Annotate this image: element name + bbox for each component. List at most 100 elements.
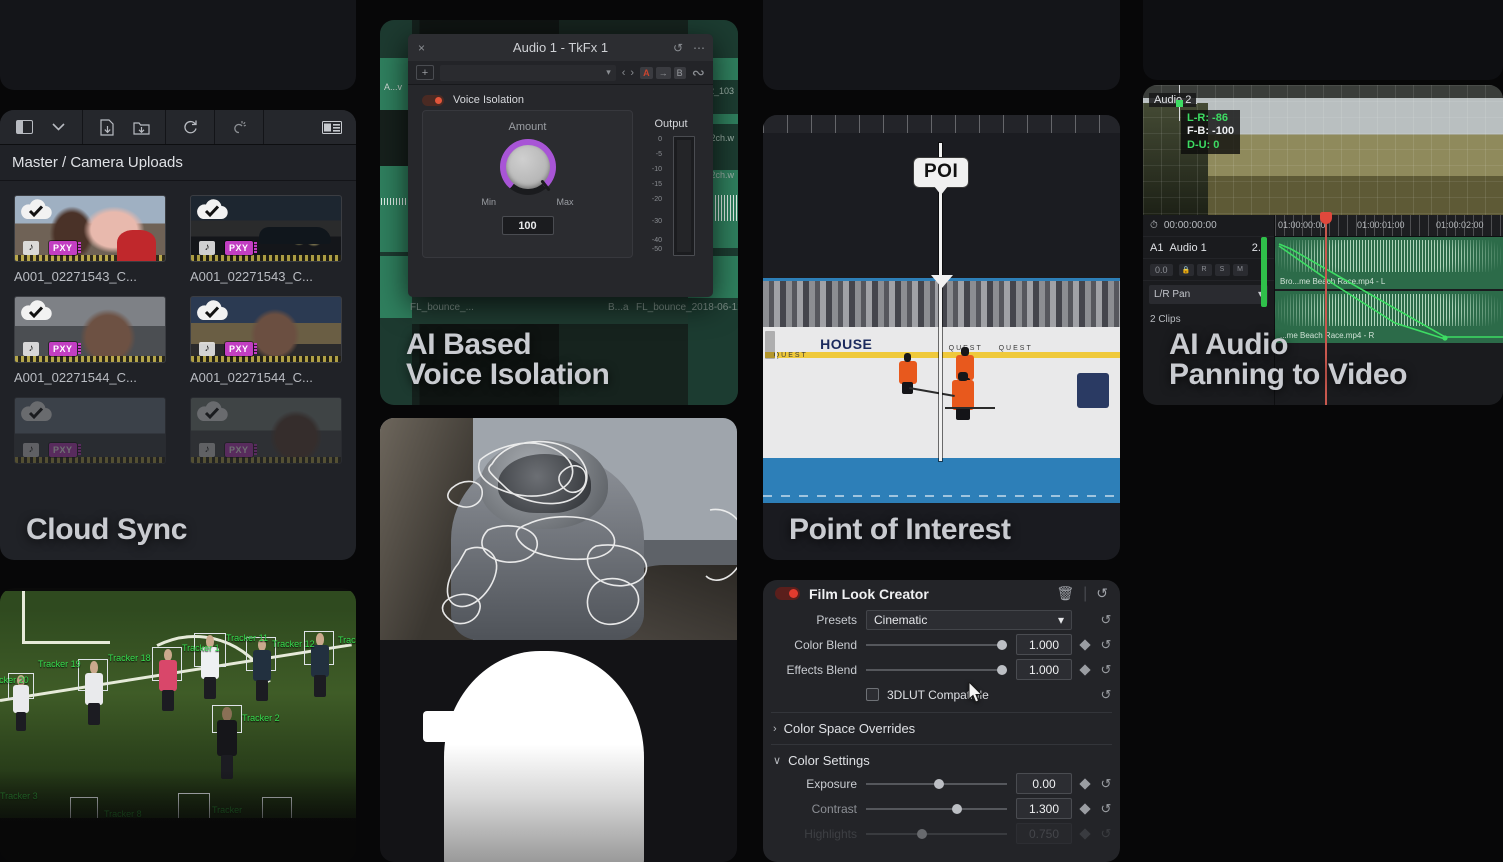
preset-select[interactable]: ▾ — [440, 64, 616, 81]
effect-toggle[interactable] — [422, 94, 444, 106]
pan-mode-select[interactable]: L/R Pan ▾ — [1149, 285, 1268, 304]
audio-waveform-band[interactable] — [763, 461, 1120, 503]
tracker-box[interactable] — [70, 797, 98, 818]
effects-blend-value[interactable]: 1.000 — [1016, 659, 1072, 680]
folder-download-icon[interactable] — [124, 114, 158, 140]
sync-refresh-icon[interactable] — [173, 114, 207, 140]
exposure-slider[interactable] — [866, 774, 1007, 794]
mute-button[interactable]: M — [1232, 263, 1248, 276]
meter-scale: 0 -5 -10 -15 -20 -30 -40 -50 — [651, 136, 662, 253]
sidebar-toggle-icon[interactable] — [7, 114, 41, 140]
solo-button[interactable]: S — [1214, 263, 1230, 276]
magic-mask-card — [380, 418, 737, 862]
filmstrip-icon — [191, 255, 341, 261]
keyframe-icon[interactable] — [1079, 802, 1091, 815]
timeline-ruler[interactable] — [763, 115, 1120, 133]
ai-audio-panning-card: Audio 2 L-R: -86 F-B: -100 D-U: 0 ⏱ 00:0… — [1143, 85, 1503, 405]
media-item[interactable]: ♪ PXY A001_02271544_C... — [14, 296, 166, 385]
reset-all-icon[interactable]: ↺ — [1096, 585, 1108, 602]
media-thumbnail[interactable]: ♪ PXY — [190, 296, 342, 363]
reset-icon[interactable]: ↺ — [1098, 687, 1114, 703]
top-stub-card-middle — [763, 0, 1120, 90]
point-of-interest-card: HOUSE QUEST QUEST QUEST POI Point of Int… — [763, 115, 1120, 560]
track-name[interactable]: Audio 1 — [1169, 242, 1206, 254]
compare-b-button[interactable]: B — [673, 66, 686, 79]
audio-badge-icon: ♪ — [23, 443, 39, 457]
reset-icon[interactable]: ↺ — [1098, 637, 1114, 653]
tracker-box[interactable] — [262, 797, 292, 818]
curve-icon[interactable]: ∾ — [692, 63, 705, 83]
media-item[interactable]: ♪ PXY A001_02271543_C... — [14, 195, 166, 284]
media-item[interactable]: ♪ PXY A001_02271544_C... — [190, 296, 342, 385]
media-thumbnail[interactable]: ♪ PXY — [14, 195, 166, 262]
keyframe-icon[interactable] — [1079, 663, 1091, 676]
poi-marker[interactable]: POI — [913, 157, 970, 195]
chevron-down-icon[interactable] — [41, 114, 75, 140]
media-thumbnail[interactable]: ♪ PXY — [190, 397, 342, 464]
list-view-icon[interactable] — [315, 114, 349, 140]
reset-icon[interactable]: ↺ — [1098, 776, 1114, 792]
keyframe-icon[interactable] — [1079, 827, 1091, 840]
color-space-overrides-section[interactable]: › Color Space Overrides — [763, 718, 1120, 739]
presets-select[interactable]: Cinematic ▾ — [866, 609, 1072, 630]
pitch-line — [22, 641, 110, 644]
trash-icon[interactable]: 🗑 — [1056, 585, 1074, 602]
media-thumbnail[interactable]: ♪ PXY — [14, 296, 166, 363]
keyframe-icon[interactable] — [1079, 638, 1091, 651]
prev-preset-button[interactable]: ‹ — [622, 67, 626, 79]
mask-stroke-overlay[interactable] — [380, 418, 737, 640]
color-blend-value[interactable]: 1.000 — [1016, 634, 1072, 655]
compare-a-button[interactable]: A — [640, 66, 653, 79]
timeline-ruler[interactable]: 01:00:00:00 01:00:01:00 01:00:02:00 — [1275, 215, 1503, 237]
highlights-value[interactable]: 0.750 — [1016, 823, 1072, 844]
contrast-slider[interactable] — [866, 799, 1007, 819]
effects-blend-slider[interactable] — [866, 660, 1008, 680]
tracker-label: Tracker 12 — [272, 639, 315, 649]
top-stub-card-left — [0, 0, 356, 90]
reset-icon[interactable]: ↺ — [1098, 826, 1114, 842]
3dlut-checkbox[interactable] — [866, 688, 879, 701]
tracker-label: Tracker 3 — [0, 791, 38, 801]
voice-isolation-caption: AI Based Voice Isolation — [406, 327, 610, 392]
reset-icon[interactable]: ↺ — [1098, 662, 1114, 678]
reset-icon[interactable]: ↺ — [1098, 612, 1114, 628]
tracker-box[interactable] — [178, 793, 210, 818]
keyframe-icon[interactable] — [1079, 777, 1091, 790]
gain-value[interactable]: 0.0 — [1150, 263, 1173, 276]
unlink-icon[interactable] — [222, 114, 256, 140]
highlights-slider[interactable] — [866, 824, 1007, 844]
contrast-value[interactable]: 1.300 — [1016, 798, 1072, 819]
reset-icon[interactable]: ↺ — [673, 41, 683, 55]
pan-mode-value: L/R Pan — [1154, 289, 1191, 300]
pan-du-value: D-U: 0 — [1187, 138, 1220, 151]
media-item[interactable]: ♪ PXY — [14, 397, 166, 464]
filmstrip-icon — [15, 255, 165, 261]
color-blend-slider[interactable] — [866, 635, 1008, 655]
amount-knob[interactable] — [499, 139, 556, 195]
color-settings-section[interactable]: ∨ Color Settings — [763, 750, 1120, 771]
exposure-value[interactable]: 0.00 — [1016, 773, 1072, 794]
lock-icon[interactable]: 🔒 — [1178, 263, 1194, 276]
media-item[interactable]: ♪ PXY — [190, 397, 342, 464]
effect-name: Voice Isolation — [453, 94, 524, 106]
record-arm-button[interactable]: R — [1196, 263, 1212, 276]
compare-arrow-icon[interactable]: → — [655, 66, 671, 79]
audio-badge-icon: ♪ — [199, 443, 215, 457]
more-options-icon[interactable]: ⋯ — [693, 41, 705, 55]
amount-value-field[interactable]: 100 — [501, 216, 554, 235]
media-thumbnail[interactable]: ♪ PXY — [190, 195, 342, 262]
next-preset-button[interactable]: › — [630, 67, 634, 79]
close-icon[interactable]: × — [418, 41, 425, 55]
media-thumbnail[interactable]: ♪ PXY — [14, 397, 166, 464]
sponsor-text: QUEST — [773, 351, 808, 359]
cloud-sync-caption: Cloud Sync — [26, 513, 188, 547]
divider — [771, 712, 1112, 713]
effect-toggle[interactable] — [775, 587, 800, 600]
media-item[interactable]: ♪ PXY A001_02271543_C... — [190, 195, 342, 284]
file-download-icon[interactable] — [90, 114, 124, 140]
track-fader[interactable] — [1261, 237, 1267, 307]
pan-position-handle[interactable] — [1176, 100, 1183, 107]
fx-window-header: × Audio 1 - TkFx 1 ↺ ⋯ — [408, 34, 713, 61]
add-preset-button[interactable]: + — [416, 65, 434, 80]
reset-icon[interactable]: ↺ — [1098, 801, 1114, 817]
